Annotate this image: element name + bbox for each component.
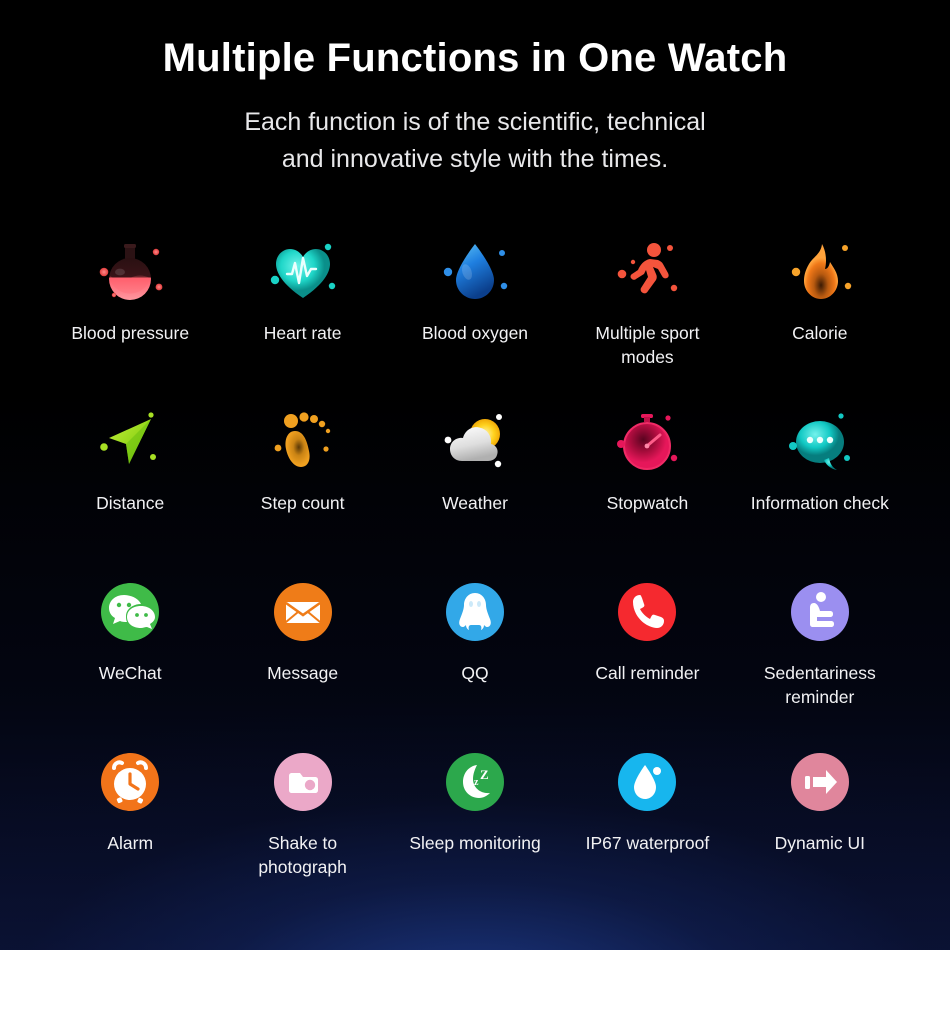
feature-label: Heart rate [263, 323, 342, 343]
alarm-clock-icon [44, 743, 216, 821]
heart-pulse-icon [216, 233, 388, 311]
phone-handset-icon [561, 573, 733, 651]
feature-grid: Blood pressure Heart rate Blood oxygen M… [0, 233, 950, 913]
feature-label: Calorie [792, 323, 848, 343]
feature-label: Shake to photograph [258, 833, 347, 878]
feature-item-stopwatch[interactable]: Stopwatch [561, 403, 733, 573]
arrow-right-icon [734, 743, 906, 821]
feature-panel: Multiple Functions in One Watch Each fun… [0, 0, 950, 950]
feature-item-call-reminder[interactable]: Call reminder [561, 573, 733, 743]
feature-item-dynamic-ui[interactable]: Dynamic UI [734, 743, 906, 913]
feature-label: QQ [461, 663, 489, 683]
feature-item-weather[interactable]: Weather [389, 403, 561, 573]
envelope-icon [216, 573, 388, 651]
feature-item-sedentariness-reminder[interactable]: Sedentariness reminder [734, 573, 906, 743]
feature-label: Weather [442, 493, 508, 513]
feature-label: IP67 waterproof [585, 833, 710, 853]
waterdrop-solid-icon [561, 743, 733, 821]
feature-label: Stopwatch [606, 493, 689, 513]
feature-item-qq[interactable]: QQ [389, 573, 561, 743]
flask-icon [44, 233, 216, 311]
feature-row: Alarm Shake to photograph Z z Sleep moni… [0, 743, 950, 913]
feature-item-blood-pressure[interactable]: Blood pressure [44, 233, 216, 403]
feature-item-information-check[interactable]: Information check [734, 403, 906, 573]
feature-label: Blood pressure [71, 323, 190, 343]
feature-item-ip67-waterproof[interactable]: IP67 waterproof [561, 743, 733, 913]
feature-item-step-count[interactable]: Step count [216, 403, 388, 573]
feature-label: Sedentariness reminder [763, 663, 876, 708]
cloud-sun-icon [389, 403, 561, 481]
feature-label: Information check [750, 493, 889, 513]
water-drop-icon [389, 233, 561, 311]
feature-row: Blood pressure Heart rate Blood oxygen M… [0, 233, 950, 403]
feature-label: Dynamic UI [774, 833, 866, 853]
feature-label: Call reminder [595, 663, 700, 683]
feature-item-alarm[interactable]: Alarm [44, 743, 216, 913]
feature-item-multiple-sport-modes[interactable]: Multiple sport modes [561, 233, 733, 403]
feature-label: Alarm [107, 833, 154, 853]
feature-label: Blood oxygen [421, 323, 529, 343]
feature-label: Message [267, 663, 339, 683]
subtitle-line-1: Each function is of the scientific, tech… [244, 108, 706, 136]
sitting-person-icon [734, 573, 906, 651]
qq-penguin-icon [389, 573, 561, 651]
feature-row: WeChat Message QQ Call reminder Sedentar… [0, 573, 950, 743]
flame-icon [734, 233, 906, 311]
feature-item-distance[interactable]: Distance [44, 403, 216, 573]
feature-item-message[interactable]: Message [216, 573, 388, 743]
feature-item-heart-rate[interactable]: Heart rate [216, 233, 388, 403]
moon-z-small: z [474, 777, 479, 788]
moon-z-large: Z [480, 767, 489, 782]
feature-label: Sleep monitoring [409, 833, 541, 853]
feature-item-calorie[interactable]: Calorie [734, 233, 906, 403]
page-title: Multiple Functions in One Watch [162, 36, 788, 80]
feature-label: Step count [260, 493, 345, 513]
feature-label: WeChat [98, 663, 162, 683]
feature-label: Multiple sport modes [595, 323, 700, 368]
running-person-icon [561, 233, 733, 311]
stopwatch-icon [561, 403, 733, 481]
moon-zzz-icon: Z z [389, 743, 561, 821]
feature-item-blood-oxygen[interactable]: Blood oxygen [389, 233, 561, 403]
feature-item-sleep-monitoring[interactable]: Z z Sleep monitoring [389, 743, 561, 913]
camera-icon [216, 743, 388, 821]
navigation-arrow-icon [44, 403, 216, 481]
feature-label: Distance [96, 493, 165, 513]
feature-item-wechat[interactable]: WeChat [44, 573, 216, 743]
page-subtitle: Each function is of the scientific, tech… [0, 104, 950, 177]
footprint-icon [216, 403, 388, 481]
subtitle-line-2: and innovative style with the times. [281, 144, 669, 173]
header: Multiple Functions in One Watch Each fun… [0, 0, 950, 177]
speech-bubble-icon [734, 403, 906, 481]
wechat-icon [44, 573, 216, 651]
feature-row: Distance Step count Weather Stopwatch In… [0, 403, 950, 573]
feature-item-shake-to-photograph[interactable]: Shake to photograph [216, 743, 388, 913]
